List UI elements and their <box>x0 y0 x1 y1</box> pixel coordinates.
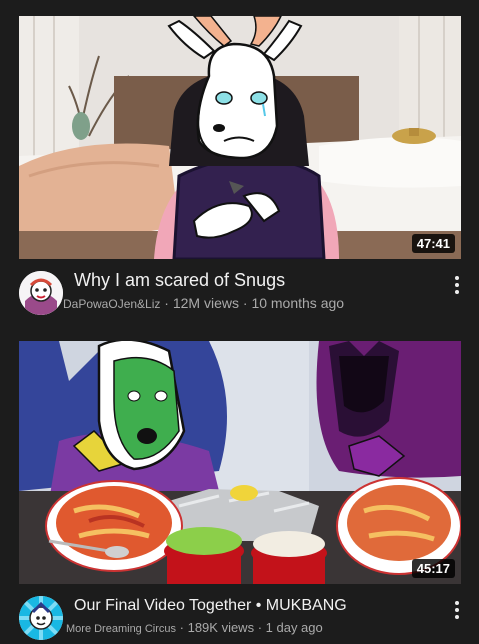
upload-age: 1 day ago <box>265 620 323 635</box>
video-meta-row-1: Why I am scared of Snugs DaPowaOJen&Liz … <box>0 267 479 319</box>
channel-name[interactable]: More Dreaming Circus <box>66 623 176 635</box>
video-thumbnail-2[interactable]: 45:17 <box>19 341 461 584</box>
video-duration-badge: 47:41 <box>411 234 455 253</box>
channel-avatar[interactable] <box>19 271 63 315</box>
video-subtitle: DaPowaOJen&Liz · 12M views · 10 months a… <box>63 295 344 311</box>
view-count: 12M views <box>172 295 239 311</box>
video-thumbnail-1[interactable]: 47:41 <box>19 16 461 259</box>
channel-name[interactable]: DaPowaOJen&Liz <box>63 297 160 311</box>
view-count: 189K views <box>187 620 255 635</box>
video-title[interactable]: Why I am scared of Snugs <box>74 270 285 291</box>
more-vert-icon[interactable] <box>449 598 465 622</box>
thumbnail-image-bedroom <box>19 16 461 259</box>
video-duration-badge: 45:17 <box>411 559 455 578</box>
meta-separator: · <box>238 295 252 311</box>
video-title[interactable]: Our Final Video Together • MUKBANG <box>74 597 347 615</box>
meta-separator: · <box>160 295 173 311</box>
meta-separator: · <box>176 620 188 635</box>
video-subtitle: More Dreaming Circus · 189K views · 1 da… <box>66 620 323 635</box>
channel-avatar[interactable] <box>19 596 63 640</box>
upload-age: 10 months ago <box>251 295 345 311</box>
video-meta-row-2: Our Final Video Together • MUKBANG More … <box>0 592 479 644</box>
thumbnail-image-mukbang <box>19 341 461 584</box>
more-vert-icon[interactable] <box>449 273 465 297</box>
meta-separator: · <box>254 620 266 635</box>
